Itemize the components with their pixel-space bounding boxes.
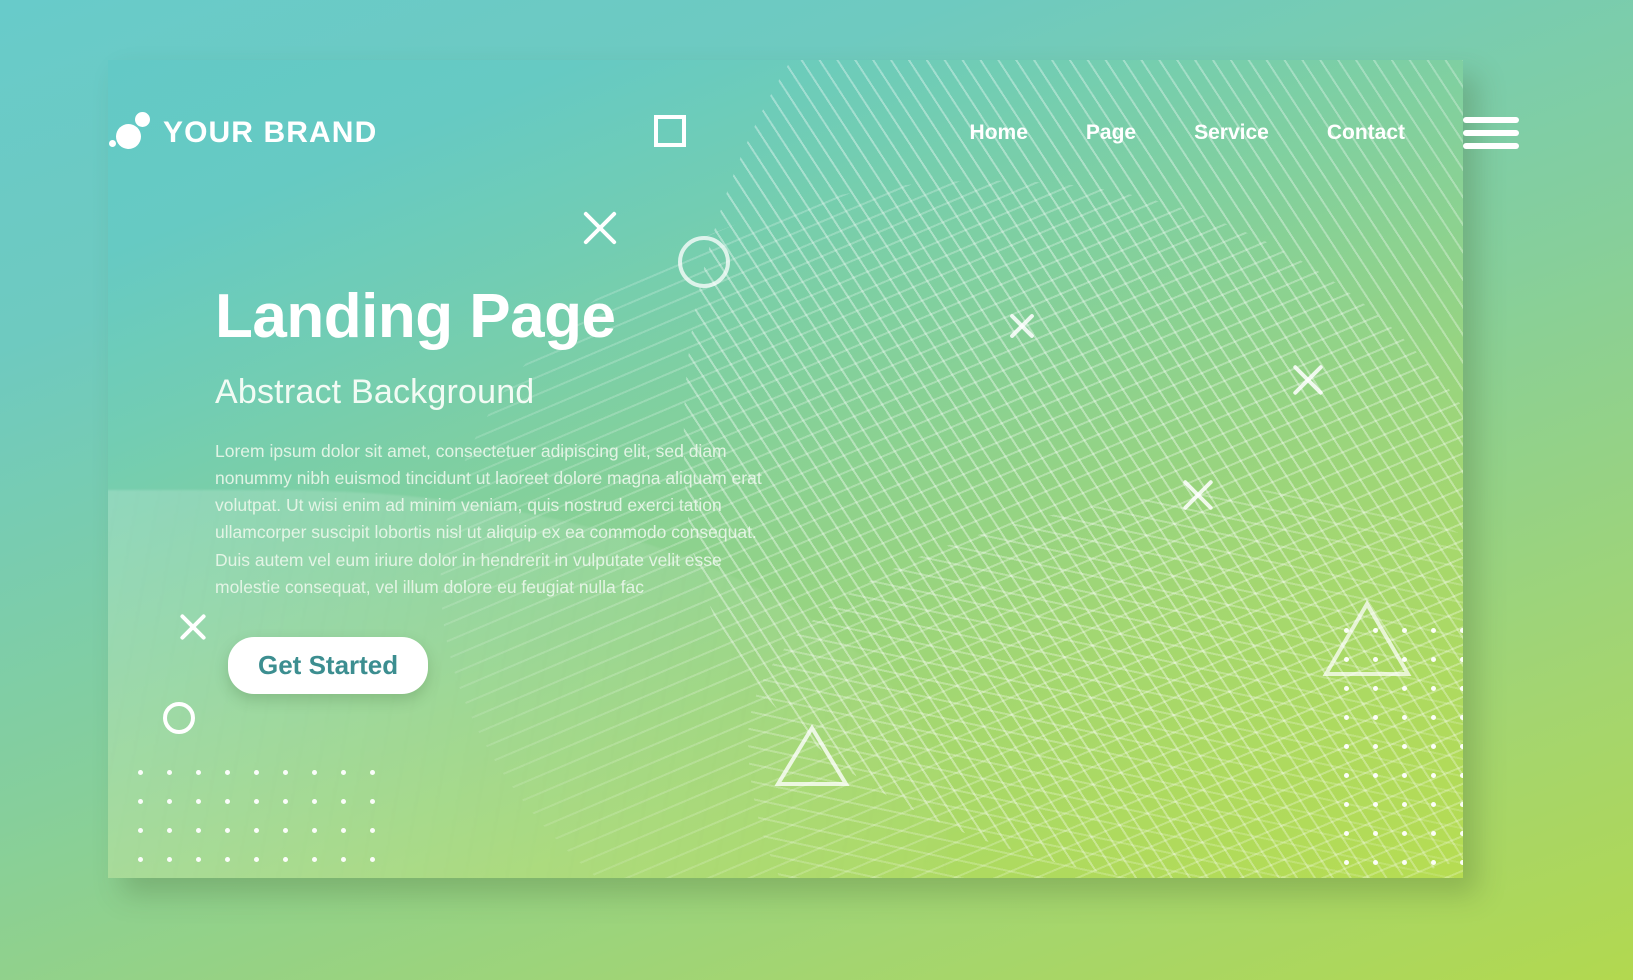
page-subtitle: Abstract Background bbox=[215, 373, 535, 412]
triangle-outline-icon bbox=[1322, 600, 1412, 676]
get-started-button[interactable]: Get Started bbox=[228, 637, 429, 694]
dot-grid-pattern bbox=[1344, 628, 1463, 878]
nav-item-home[interactable]: Home bbox=[970, 121, 1028, 145]
x-mark-icon bbox=[176, 610, 210, 644]
brand-logo[interactable]: YOUR BRAND bbox=[108, 111, 377, 155]
brand-circles-icon bbox=[108, 111, 152, 155]
x-mark-icon bbox=[1288, 360, 1328, 400]
site-header: YOUR BRAND Home Page Service Contact bbox=[0, 98, 1633, 168]
circle-outline-icon bbox=[163, 702, 195, 734]
flowing-lines-pattern-bottom bbox=[748, 490, 1463, 878]
x-mark-icon bbox=[578, 206, 622, 250]
nav-item-contact[interactable]: Contact bbox=[1327, 121, 1405, 145]
hamburger-menu-icon[interactable] bbox=[1463, 115, 1519, 151]
dot-grid-pattern bbox=[138, 770, 398, 878]
main-navigation: Home Page Service Contact bbox=[970, 115, 1633, 151]
triangle-outline-icon bbox=[774, 724, 850, 786]
x-mark-icon bbox=[1178, 475, 1218, 515]
nav-item-page[interactable]: Page bbox=[1086, 121, 1136, 145]
x-mark-icon bbox=[1006, 310, 1038, 342]
hero-body-text: Lorem ipsum dolor sit amet, consectetuer… bbox=[215, 441, 762, 597]
nav-item-service[interactable]: Service bbox=[1194, 121, 1269, 145]
hero-section: Landing Page Abstract Background Lorem i… bbox=[215, 284, 815, 601]
page-title: Landing Page bbox=[215, 282, 616, 351]
circle-outline-icon bbox=[678, 236, 730, 288]
brand-name: YOUR BRAND bbox=[163, 116, 378, 149]
